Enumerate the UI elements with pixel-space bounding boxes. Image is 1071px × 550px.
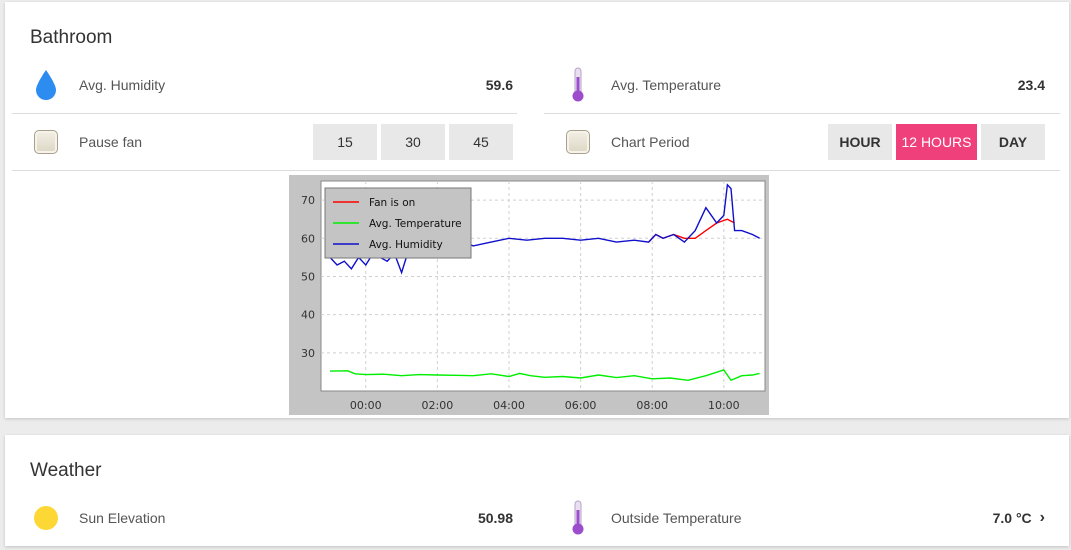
y-tick-label: 70 xyxy=(301,194,315,207)
pause-fan-row: Pause fan 15 30 45 xyxy=(17,114,521,170)
temperature-row[interactable]: Avg. Temperature 23.4 xyxy=(549,57,1053,113)
outside-temp-value[interactable]: 7.0 °C › xyxy=(993,509,1045,527)
weather-card: Weather Sun Elevation 50.98 Outside Temp… xyxy=(5,435,1069,546)
period-day-button[interactable]: DAY xyxy=(981,124,1045,160)
period-hour-button[interactable]: HOUR xyxy=(828,124,892,160)
legend-label: Avg. Temperature xyxy=(369,218,462,230)
sun-icon xyxy=(31,503,61,533)
water-drop-icon xyxy=(31,70,61,100)
sun-value: 50.98 xyxy=(477,510,513,526)
pause-15-button[interactable]: 15 xyxy=(313,124,377,160)
y-tick-label: 30 xyxy=(301,347,315,360)
thermometer-icon xyxy=(563,500,593,535)
sun-row[interactable]: Sun Elevation 50.98 xyxy=(17,490,521,546)
x-tick-label: 10:00 xyxy=(708,399,740,412)
pause-fan-label: Pause fan xyxy=(79,134,143,150)
divider xyxy=(12,170,1060,171)
y-tick-label: 60 xyxy=(301,232,315,245)
thermometer-icon xyxy=(563,67,593,102)
chart-period-row: Chart Period HOUR 12 HOURS DAY xyxy=(549,114,1053,170)
humidity-chart: 30 40 50 60 70 00:00 02:00 04:00 06:00 08:00 10:00… xyxy=(289,175,769,415)
outside-temp-label: Outside Temperature xyxy=(611,510,742,526)
chart-period-label: Chart Period xyxy=(611,134,690,150)
temperature-label: Avg. Temperature xyxy=(611,77,721,93)
x-tick-label: 04:00 xyxy=(493,399,525,412)
humidity-label: Avg. Humidity xyxy=(79,77,166,93)
outside-temp-row[interactable]: Outside Temperature 7.0 °C › xyxy=(549,490,1053,546)
humidity-value: 59.6 xyxy=(485,77,513,93)
legend-label: Avg. Humidity xyxy=(369,239,443,251)
legend-label: Fan is on xyxy=(369,197,415,209)
period-12hours-button[interactable]: 12 HOURS xyxy=(896,124,977,160)
chart-period-switch[interactable] xyxy=(563,127,593,157)
x-tick-label: 06:00 xyxy=(565,399,597,412)
humidity-row[interactable]: Avg. Humidity 59.6 xyxy=(17,57,521,113)
outside-temp-text: 7.0 °C xyxy=(992,510,1032,526)
card-title: Weather xyxy=(30,460,102,481)
chart-svg: 30 40 50 60 70 00:00 02:00 04:00 06:00 08:00 10:00… xyxy=(289,175,769,415)
y-tick-label: 40 xyxy=(301,309,315,322)
chevron-right-icon: › xyxy=(1039,509,1045,526)
card-title: Bathroom xyxy=(30,27,113,48)
pause-45-button[interactable]: 45 xyxy=(449,124,513,160)
x-tick-label: 02:00 xyxy=(422,399,454,412)
temperature-value: 23.4 xyxy=(1017,77,1045,93)
x-tick-label: 00:00 xyxy=(350,399,382,412)
pause-fan-switch[interactable] xyxy=(31,127,61,157)
sun-label: Sun Elevation xyxy=(79,510,166,526)
pause-30-button[interactable]: 30 xyxy=(381,124,445,160)
x-tick-label: 08:00 xyxy=(636,399,668,412)
y-tick-label: 50 xyxy=(301,270,315,283)
bathroom-card: Bathroom Avg. Humidity 59.6 Avg. Tempera… xyxy=(5,2,1069,418)
